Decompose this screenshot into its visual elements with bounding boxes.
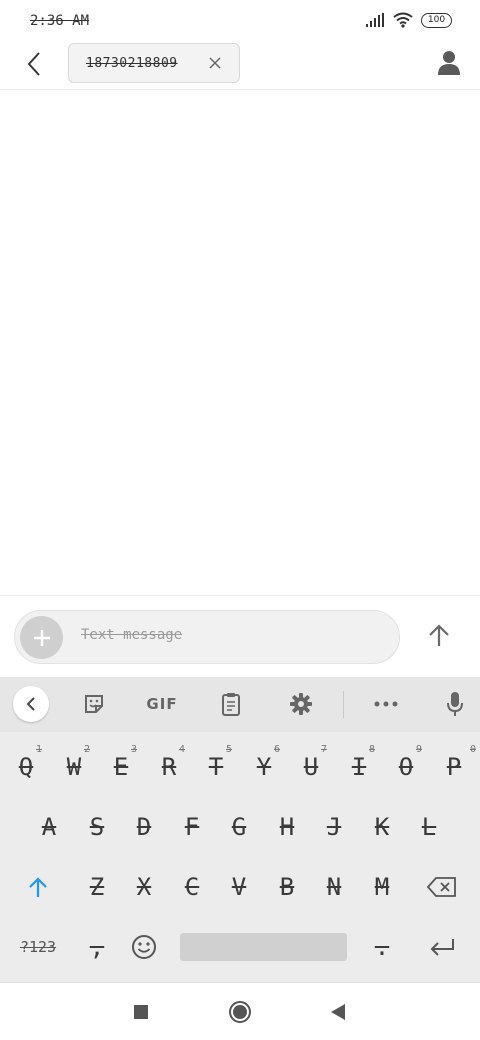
space-key[interactable]: [180, 933, 347, 961]
conversation-header: 18730218809: [0, 42, 480, 90]
sticker-icon: [85, 695, 103, 713]
microphone-icon: [447, 692, 463, 716]
key-q[interactable]: Q1: [2, 737, 50, 797]
key-v[interactable]: V: [215, 857, 263, 917]
message-input[interactable]: Text message: [81, 627, 381, 643]
square-icon: [134, 1005, 148, 1019]
key-j[interactable]: J: [310, 797, 358, 857]
signal-icon: [366, 13, 384, 27]
key-l[interactable]: L: [405, 797, 453, 857]
emoji-key[interactable]: [120, 917, 168, 977]
chevron-left-icon: [26, 697, 35, 711]
remove-recipient-button[interactable]: [206, 54, 224, 72]
backspace-key[interactable]: [406, 857, 478, 917]
sticker-button[interactable]: [75, 685, 113, 723]
more-horizontal-icon: [374, 701, 398, 707]
key-t[interactable]: T5: [192, 737, 240, 797]
chevron-left-icon: [27, 52, 40, 76]
keyboard-toolbar: GIF: [0, 677, 480, 732]
shift-arrow-icon: [29, 877, 47, 897]
toolbar-divider: [343, 691, 344, 718]
key-u[interactable]: U7: [287, 737, 335, 797]
conversation-area: [0, 91, 480, 595]
gif-button[interactable]: GIF: [143, 685, 181, 723]
key-g[interactable]: G: [215, 797, 263, 857]
collapse-toolbar-button[interactable]: [13, 686, 49, 722]
key-z[interactable]: Z: [73, 857, 121, 917]
compose-bar: Text message: [0, 595, 480, 677]
key-h[interactable]: H: [263, 797, 311, 857]
settings-button[interactable]: [282, 685, 320, 723]
key-m[interactable]: M: [358, 857, 406, 917]
compose-field: Text message: [14, 610, 400, 664]
comma-key[interactable]: ,: [73, 917, 121, 977]
triangle-back-icon: [331, 1004, 345, 1020]
battery-icon: 100: [421, 12, 452, 28]
key-f[interactable]: F: [168, 797, 216, 857]
attach-button[interactable]: [20, 616, 63, 659]
key-i[interactable]: I8: [335, 737, 383, 797]
key-y[interactable]: Y6: [240, 737, 288, 797]
recipient-chip[interactable]: 18730218809: [68, 43, 240, 83]
key-a[interactable]: A: [25, 797, 73, 857]
key-o[interactable]: O9: [382, 737, 430, 797]
key-row-1: Q1 W2 E3 R4 T5 Y6 U7 I8 O9 P0: [0, 737, 480, 797]
key-row-4: ?123 , .: [0, 917, 480, 977]
back-nav-button[interactable]: [325, 999, 351, 1025]
key-row-3: Z X C V B N M: [0, 857, 480, 917]
recents-button[interactable]: [128, 999, 154, 1025]
key-r[interactable]: R4: [145, 737, 193, 797]
home-circle-icon: [229, 1001, 251, 1023]
enter-icon: [430, 939, 454, 956]
contact-button[interactable]: [438, 50, 464, 78]
person-icon: [438, 51, 460, 75]
symbols-key[interactable]: ?123: [2, 917, 74, 977]
back-button[interactable]: [20, 50, 48, 78]
wifi-icon: [393, 12, 413, 28]
status-time: 2:36 AM: [30, 13, 90, 29]
key-n[interactable]: N: [310, 857, 358, 917]
send-button[interactable]: [424, 620, 454, 650]
key-c[interactable]: C: [168, 857, 216, 917]
key-k[interactable]: K: [358, 797, 406, 857]
more-button[interactable]: [367, 685, 405, 723]
key-s[interactable]: S: [73, 797, 121, 857]
plus-icon: [33, 629, 50, 646]
emoji-icon: [132, 935, 156, 959]
enter-key[interactable]: [406, 917, 478, 977]
arrow-up-icon: [429, 624, 449, 646]
key-b[interactable]: B: [263, 857, 311, 917]
recipient-number: 18730218809: [86, 55, 178, 71]
close-icon: [209, 57, 221, 69]
keyboard: GIF Q 1 W 2 E 3 R 4 T 5 Y 6 U 7 I 8 O 9 …: [0, 677, 480, 982]
symbols-label: ?123: [19, 938, 57, 956]
gear-icon: [290, 693, 312, 715]
period-key[interactable]: .: [358, 917, 406, 977]
clipboard-button[interactable]: [212, 685, 250, 723]
gif-label: GIF: [146, 695, 178, 713]
status-bar: 2:36 AM 100: [0, 0, 480, 42]
system-nav-bar: [0, 982, 480, 1040]
key-x[interactable]: X: [120, 857, 168, 917]
voice-input-button[interactable]: [436, 685, 474, 723]
key-p[interactable]: P0: [430, 737, 478, 797]
key-e[interactable]: E3: [97, 737, 145, 797]
key-row-2: A S D F G H J K L: [0, 797, 480, 857]
shift-key[interactable]: [2, 857, 74, 917]
home-button[interactable]: [227, 999, 253, 1025]
clipboard-icon: [222, 693, 240, 716]
status-icons: 100: [365, 12, 452, 28]
key-w[interactable]: W2: [50, 737, 98, 797]
key-d[interactable]: D: [120, 797, 168, 857]
backspace-icon: [427, 877, 456, 897]
